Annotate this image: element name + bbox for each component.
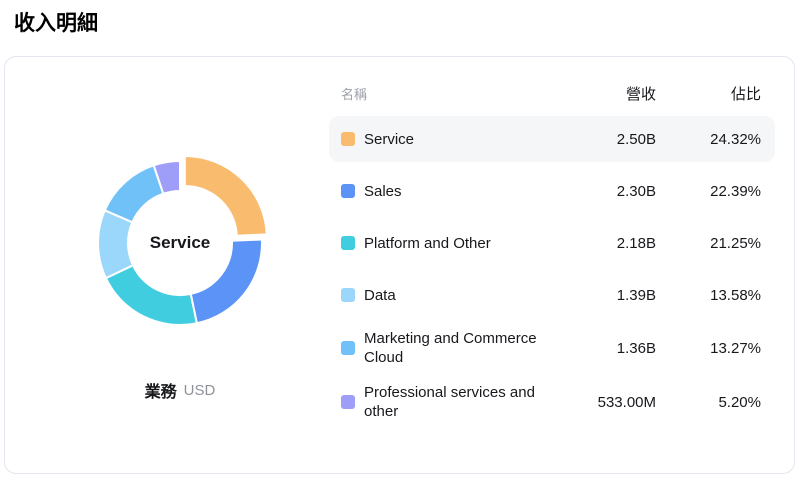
- series-share: 22.39%: [710, 182, 761, 200]
- series-revenue: 2.30B: [616, 182, 656, 200]
- series-revenue: 2.18B: [616, 234, 656, 252]
- series-label: Service: [364, 130, 415, 148]
- donut-chart: Service: [80, 143, 280, 343]
- table-row-platform-and-other[interactable]: Platform and Other 2.18B 21.25%: [329, 220, 775, 266]
- series-label: Professional services and other: [364, 384, 535, 420]
- series-label: Sales: [364, 182, 402, 200]
- series-swatch: [341, 132, 355, 146]
- chart-footer: 業務 USD: [80, 379, 280, 402]
- series-share: 24.32%: [710, 130, 761, 148]
- table-row-sales[interactable]: Sales 2.30B 22.39%: [329, 168, 775, 214]
- series-share: 21.25%: [710, 234, 761, 252]
- series-share: 13.27%: [710, 339, 761, 357]
- series-swatch: [341, 395, 355, 409]
- series-label: Marketing and Commerce Cloud: [364, 330, 537, 366]
- series-share: 5.20%: [718, 393, 761, 411]
- table-row-service[interactable]: Service 2.50B 24.32%: [329, 116, 775, 162]
- series-label: Data: [364, 286, 396, 304]
- table-row-professional-services-and-other[interactable]: Professional services and other 533.00M …: [329, 378, 775, 426]
- revenue-breakdown-card: Service 業務 USD 名稱 營收 佔比 Service 2.50B 24…: [4, 56, 795, 474]
- series-swatch: [341, 236, 355, 250]
- series-swatch: [341, 341, 355, 355]
- chart-footer-unit: USD: [183, 381, 216, 399]
- header-revenue: 營收: [625, 85, 656, 103]
- donut-slice-sales[interactable]: [189, 238, 263, 325]
- chart-footer-label: 業務: [144, 384, 177, 401]
- series-revenue: 2.50B: [616, 130, 656, 148]
- legend-table: 名稱 營收 佔比 Service 2.50B 24.32% Sales 2.30…: [329, 83, 775, 426]
- table-row-marketing-and-commerce-cloud[interactable]: Marketing and Commerce Cloud 1.36B 13.27…: [329, 324, 775, 372]
- series-revenue: 1.36B: [616, 339, 656, 357]
- donut-svg: [97, 154, 268, 326]
- series-label: Platform and Other: [364, 234, 491, 252]
- series-revenue: 533.00M: [597, 393, 656, 411]
- donut-slice-marketing-and-commerce-cloud[interactable]: [103, 164, 165, 224]
- table-row-data[interactable]: Data 1.39B 13.58%: [329, 272, 775, 318]
- series-swatch: [341, 288, 355, 302]
- series-revenue: 1.39B: [616, 286, 656, 304]
- header-share: 佔比: [730, 85, 761, 103]
- header-name: 名稱: [341, 86, 368, 102]
- donut-slice-service[interactable]: [183, 154, 268, 237]
- page-title: 收入明細: [14, 12, 98, 35]
- donut-slice-platform-and-other[interactable]: [104, 264, 198, 326]
- series-swatch: [341, 184, 355, 198]
- table-rows: Service 2.50B 24.32% Sales 2.30B 22.39% …: [329, 116, 775, 426]
- table-header-row: 名稱 營收 佔比: [329, 83, 775, 103]
- series-share: 13.58%: [710, 286, 761, 304]
